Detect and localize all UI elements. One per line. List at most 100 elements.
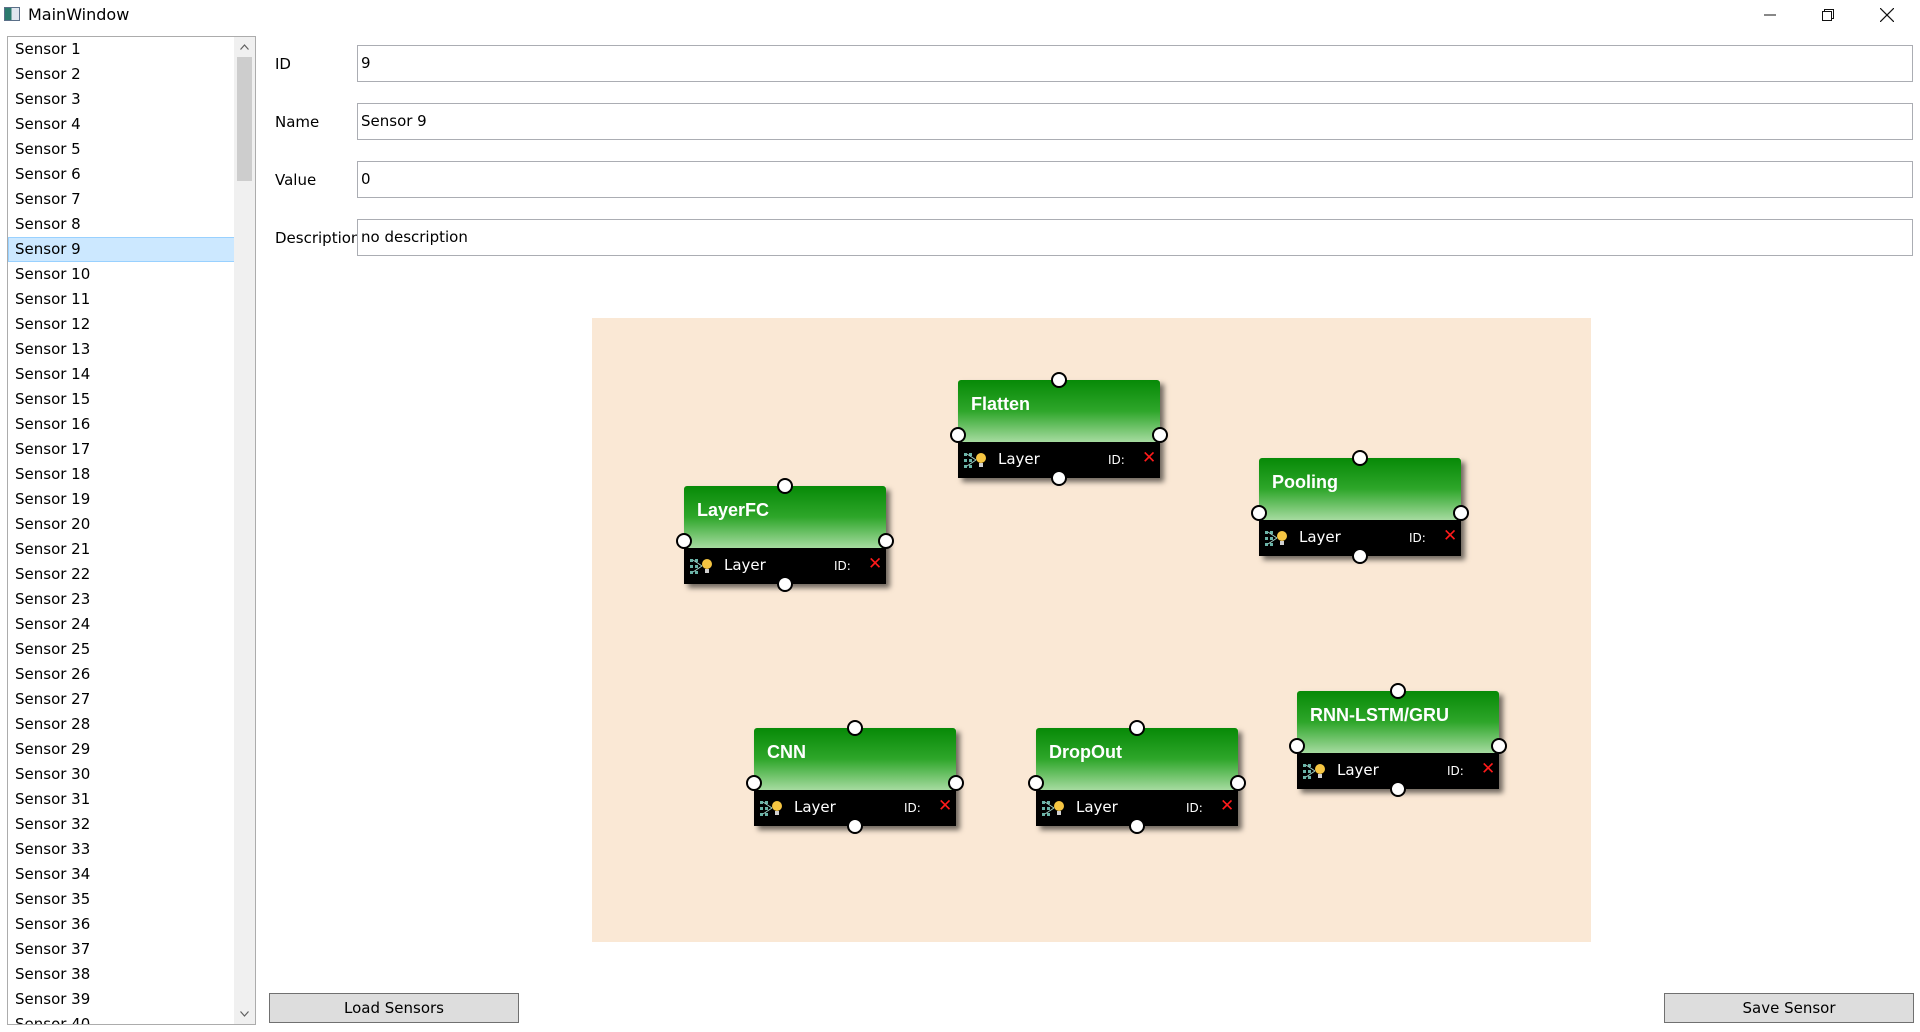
list-item[interactable]: Sensor 6	[8, 162, 235, 187]
list-item[interactable]: Sensor 30	[8, 762, 235, 787]
node-header[interactable]: Pooling	[1259, 458, 1461, 520]
list-item[interactable]: Sensor 27	[8, 687, 235, 712]
input-port-top[interactable]	[1051, 372, 1067, 388]
list-item[interactable]: Sensor 29	[8, 737, 235, 762]
list-item[interactable]: Sensor 2	[8, 62, 235, 87]
list-item[interactable]: Sensor 13	[8, 337, 235, 362]
output-port-right[interactable]	[1230, 775, 1246, 791]
output-port-bottom[interactable]	[777, 576, 793, 592]
save-sensor-button[interactable]: Save Sensor	[1664, 993, 1914, 1023]
list-item[interactable]: Sensor 36	[8, 912, 235, 937]
list-item[interactable]: Sensor 39	[8, 987, 235, 1012]
layer-node[interactable]: Pooling Layer ID: ✕	[1251, 450, 1469, 564]
node-title: CNN	[767, 742, 806, 762]
output-port-bottom[interactable]	[847, 818, 863, 834]
list-item[interactable]: Sensor 12	[8, 312, 235, 337]
list-item[interactable]: Sensor 11	[8, 287, 235, 312]
output-port-right[interactable]	[1453, 505, 1469, 521]
output-port-bottom[interactable]	[1390, 781, 1406, 797]
node-header[interactable]: RNN-LSTM/GRU	[1297, 691, 1499, 753]
output-port-bottom[interactable]	[1352, 548, 1368, 564]
list-item[interactable]: Sensor 40	[8, 1012, 235, 1024]
input-port-top[interactable]	[847, 720, 863, 736]
input-port-left[interactable]	[950, 427, 966, 443]
name-field[interactable]: Sensor 9	[357, 103, 1913, 140]
input-port-top[interactable]	[1129, 720, 1145, 736]
delete-node-icon[interactable]: ✕	[868, 554, 882, 574]
list-item[interactable]: Sensor 32	[8, 812, 235, 837]
output-port-right[interactable]	[948, 775, 964, 791]
delete-node-icon[interactable]: ✕	[1443, 526, 1457, 546]
delete-node-icon[interactable]: ✕	[1142, 448, 1156, 468]
list-item[interactable]: Sensor 9	[8, 237, 235, 262]
node-header[interactable]: Flatten	[958, 380, 1160, 442]
layer-node[interactable]: CNN Layer ID: ✕	[746, 720, 964, 834]
delete-node-icon[interactable]: ✕	[1481, 759, 1495, 779]
list-item[interactable]: Sensor 25	[8, 637, 235, 662]
input-port-top[interactable]	[1352, 450, 1368, 466]
input-port-top[interactable]	[777, 478, 793, 494]
node-canvas[interactable]: LayerFC Layer ID: ✕ Flatten Layer ID: ✕ Pooling L…	[592, 318, 1591, 942]
list-item[interactable]: Sensor 34	[8, 862, 235, 887]
close-icon	[1880, 7, 1894, 22]
output-port-right[interactable]	[1152, 427, 1168, 443]
list-item[interactable]: Sensor 5	[8, 137, 235, 162]
output-port-bottom[interactable]	[1051, 470, 1067, 486]
list-item[interactable]: Sensor 3	[8, 87, 235, 112]
minimize-button[interactable]	[1741, 0, 1799, 29]
input-port-left[interactable]	[1028, 775, 1044, 791]
list-item[interactable]: Sensor 22	[8, 562, 235, 587]
input-port-left[interactable]	[676, 533, 692, 549]
input-port-top[interactable]	[1390, 683, 1406, 699]
list-item[interactable]: Sensor 28	[8, 712, 235, 737]
load-sensors-button[interactable]: Load Sensors	[269, 993, 519, 1023]
list-item[interactable]: Sensor 1	[8, 37, 235, 62]
node-header[interactable]: CNN	[754, 728, 956, 790]
sensor-list[interactable]: Sensor 1 Sensor 2 Sensor 3 Sensor 4 Sensor 5…	[7, 36, 256, 1025]
list-scrollbar[interactable]	[234, 37, 255, 1024]
list-item[interactable]: Sensor 38	[8, 962, 235, 987]
list-item[interactable]: Sensor 21	[8, 537, 235, 562]
list-item[interactable]: Sensor 8	[8, 212, 235, 237]
input-port-left[interactable]	[746, 775, 762, 791]
output-port-bottom[interactable]	[1129, 818, 1145, 834]
scroll-thumb[interactable]	[237, 57, 252, 181]
list-item[interactable]: Sensor 15	[8, 387, 235, 412]
list-item[interactable]: Sensor 10	[8, 262, 235, 287]
layer-node[interactable]: DropOut Layer ID: ✕	[1028, 720, 1246, 834]
output-port-right[interactable]	[878, 533, 894, 549]
list-item[interactable]: Sensor 35	[8, 887, 235, 912]
list-item[interactable]: Sensor 4	[8, 112, 235, 137]
scroll-up-button[interactable]	[234, 37, 255, 57]
list-item[interactable]: Sensor 20	[8, 512, 235, 537]
delete-node-icon[interactable]: ✕	[1220, 796, 1234, 816]
list-item[interactable]: Sensor 7	[8, 187, 235, 212]
node-type-label: Layer	[1076, 798, 1118, 816]
list-item[interactable]: Sensor 24	[8, 612, 235, 637]
layer-node[interactable]: LayerFC Layer ID: ✕	[676, 478, 894, 592]
layer-node[interactable]: Flatten Layer ID: ✕	[950, 372, 1168, 486]
input-port-left[interactable]	[1289, 738, 1305, 754]
list-item[interactable]: Sensor 33	[8, 837, 235, 862]
list-item[interactable]: Sensor 17	[8, 437, 235, 462]
close-button[interactable]	[1858, 0, 1916, 29]
id-field[interactable]: 9	[357, 45, 1913, 82]
restore-button[interactable]	[1799, 0, 1857, 29]
list-item[interactable]: Sensor 19	[8, 487, 235, 512]
node-header[interactable]: LayerFC	[684, 486, 886, 548]
input-port-left[interactable]	[1251, 505, 1267, 521]
delete-node-icon[interactable]: ✕	[938, 796, 952, 816]
layer-node[interactable]: RNN-LSTM/GRU Layer ID: ✕	[1289, 683, 1507, 797]
output-port-right[interactable]	[1491, 738, 1507, 754]
list-item[interactable]: Sensor 26	[8, 662, 235, 687]
scroll-down-button[interactable]	[234, 1004, 255, 1024]
list-item[interactable]: Sensor 23	[8, 587, 235, 612]
value-field[interactable]: 0	[357, 161, 1913, 198]
list-item[interactable]: Sensor 16	[8, 412, 235, 437]
list-item[interactable]: Sensor 37	[8, 937, 235, 962]
list-item[interactable]: Sensor 31	[8, 787, 235, 812]
description-field[interactable]: no description	[357, 219, 1913, 256]
list-item[interactable]: Sensor 14	[8, 362, 235, 387]
node-header[interactable]: DropOut	[1036, 728, 1238, 790]
list-item[interactable]: Sensor 18	[8, 462, 235, 487]
